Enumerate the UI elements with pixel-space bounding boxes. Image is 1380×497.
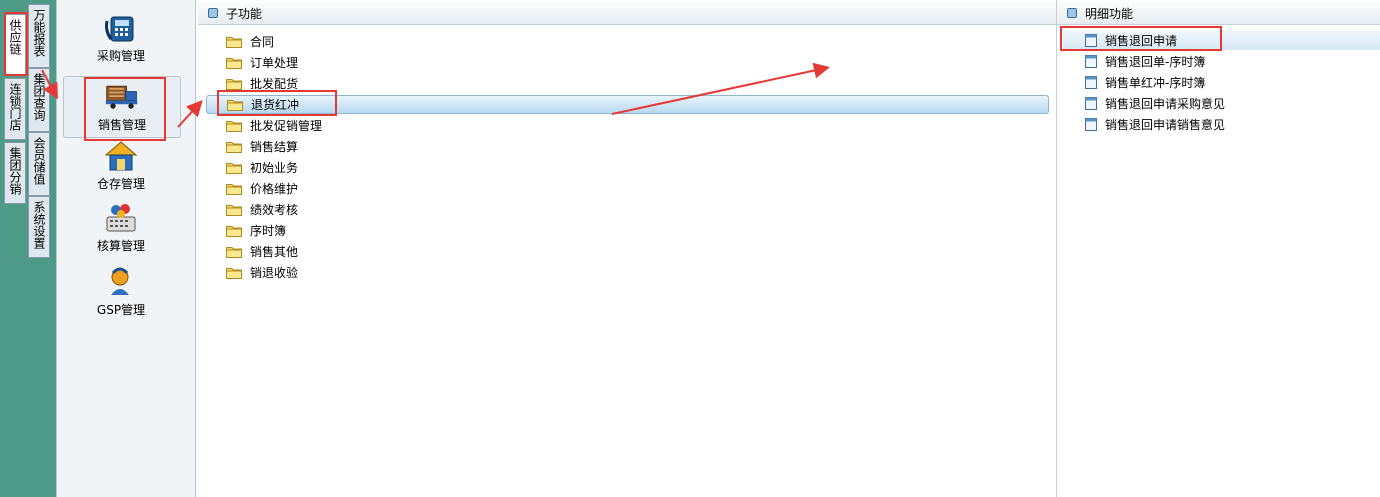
folder-icon — [226, 162, 242, 174]
folder-icon — [226, 183, 242, 195]
module-gsp[interactable]: GSP管理 — [63, 262, 179, 322]
module-label: 销售管理 — [97, 118, 146, 132]
panel-divider — [1056, 0, 1057, 497]
module-sales[interactable]: 销售管理 — [63, 76, 181, 138]
subfunction-label: 合同 — [250, 35, 275, 49]
tab-label: 供应链 — [8, 19, 22, 55]
subfunction-title: 子功能 — [226, 6, 263, 21]
module-label: 核算管理 — [96, 239, 145, 253]
tab-label: 会员储值 — [32, 137, 46, 185]
subfunction-label: 销售结算 — [250, 140, 299, 154]
detail-item[interactable]: 销售退回申请 — [1063, 31, 1380, 50]
gsp-person-icon — [103, 265, 139, 299]
subfunction-item[interactable]: 合同 — [226, 32, 274, 51]
tab-supply-chain[interactable]: 供应链 — [4, 14, 26, 76]
folder-icon — [227, 99, 243, 111]
subfunction-label: 销退收验 — [250, 266, 299, 280]
detail-item[interactable]: 销售退回申请销售意见 — [1085, 115, 1225, 134]
detail-label: 销售退回申请采购意见 — [1105, 97, 1226, 111]
detail-label: 销售退回申请销售意见 — [1105, 118, 1226, 132]
folder-icon — [226, 225, 242, 237]
phone-calculator-icon — [103, 11, 139, 45]
folder-icon — [226, 267, 242, 279]
subfunction-item[interactable]: 销退收验 — [226, 263, 298, 282]
tab-universal-report[interactable]: 万能报表 — [28, 4, 50, 68]
subfunction-label: 订单处理 — [250, 56, 299, 70]
folder-icon — [226, 141, 242, 153]
subfunction-item[interactable]: 销售结算 — [226, 137, 298, 156]
detail-label: 销售退回申请 — [1105, 34, 1178, 48]
subfunction-label: 销售其他 — [250, 245, 299, 259]
subfunction-item[interactable]: 价格维护 — [226, 179, 298, 198]
module-label: 采购管理 — [96, 49, 145, 63]
subfunction-label: 批发促销管理 — [250, 119, 323, 133]
subfunction-item[interactable]: 退货红冲 — [206, 95, 1049, 114]
subfunction-item[interactable]: 批发配货 — [226, 74, 298, 93]
module-accounting[interactable]: 核算管理 — [63, 198, 179, 258]
module-label: 仓存管理 — [96, 177, 145, 191]
warehouse-house-icon — [103, 139, 139, 173]
subfunction-item[interactable]: 批发促销管理 — [226, 116, 322, 135]
tab-member-stored-value[interactable]: 会员储值 — [28, 132, 50, 196]
subfunction-label: 绩效考核 — [250, 203, 299, 217]
module-purchase[interactable]: 采购管理 — [63, 8, 179, 68]
subfunction-label: 退货红冲 — [251, 98, 300, 112]
accounting-keyboard-icon — [103, 201, 139, 235]
subfunction-label: 初始业务 — [250, 161, 299, 175]
document-icon — [1085, 76, 1097, 89]
detail-label: 销售退回单-序时簿 — [1105, 55, 1206, 69]
subfunction-item[interactable]: 序时簿 — [226, 221, 286, 240]
left-tab-strip: 供应链 连锁门店 集团分销 万能报表 集团查询 会员储值 系统设置 — [0, 0, 56, 497]
folder-icon — [226, 120, 242, 132]
folder-icon — [226, 57, 242, 69]
subfunction-label: 批发配货 — [250, 77, 299, 91]
detail-title: 明细功能 — [1085, 6, 1134, 21]
delivery-truck-icon — [104, 80, 140, 114]
detail-label: 销售单红冲-序时簿 — [1105, 76, 1206, 90]
tab-label: 连锁门店 — [8, 83, 22, 131]
detail-item[interactable]: 销售退回申请采购意见 — [1085, 94, 1225, 113]
document-icon — [1085, 97, 1097, 110]
tab-system-settings[interactable]: 系统设置 — [28, 196, 50, 258]
tab-label: 集团分销 — [8, 147, 22, 195]
folder-icon — [226, 204, 242, 216]
subfunction-header: 子功能 — [198, 2, 1056, 25]
subfunction-item[interactable]: 初始业务 — [226, 158, 298, 177]
module-panel: 采购管理 销售管理 仓存管理 核算管理 GSP管理 — [56, 0, 196, 497]
module-warehouse[interactable]: 仓存管理 — [63, 136, 179, 196]
module-label: GSP管理 — [96, 303, 146, 317]
folder-icon — [226, 246, 242, 258]
subfunction-label: 序时簿 — [250, 224, 287, 238]
subfunction-item[interactable]: 绩效考核 — [226, 200, 298, 219]
header-bullet-icon — [208, 8, 218, 18]
document-icon — [1085, 55, 1097, 68]
tab-label: 万能报表 — [32, 9, 46, 57]
tab-group-distribution[interactable]: 集团分销 — [4, 142, 26, 204]
tab-chain-stores[interactable]: 连锁门店 — [4, 78, 26, 140]
document-icon — [1085, 34, 1097, 47]
detail-header: 明细功能 — [1057, 2, 1380, 25]
detail-item[interactable]: 销售单红冲-序时簿 — [1085, 73, 1205, 92]
document-icon — [1085, 118, 1097, 131]
tab-label: 集团查询 — [32, 73, 46, 121]
folder-icon — [226, 36, 242, 48]
subfunction-item[interactable]: 销售其他 — [226, 242, 298, 261]
header-bullet-icon — [1067, 8, 1077, 18]
tab-group-query[interactable]: 集团查询 — [28, 68, 50, 132]
folder-icon — [226, 78, 242, 90]
tab-label: 系统设置 — [32, 201, 46, 249]
detail-item[interactable]: 销售退回单-序时簿 — [1085, 52, 1205, 71]
subfunction-item[interactable]: 订单处理 — [226, 53, 298, 72]
subfunction-label: 价格维护 — [250, 182, 299, 196]
